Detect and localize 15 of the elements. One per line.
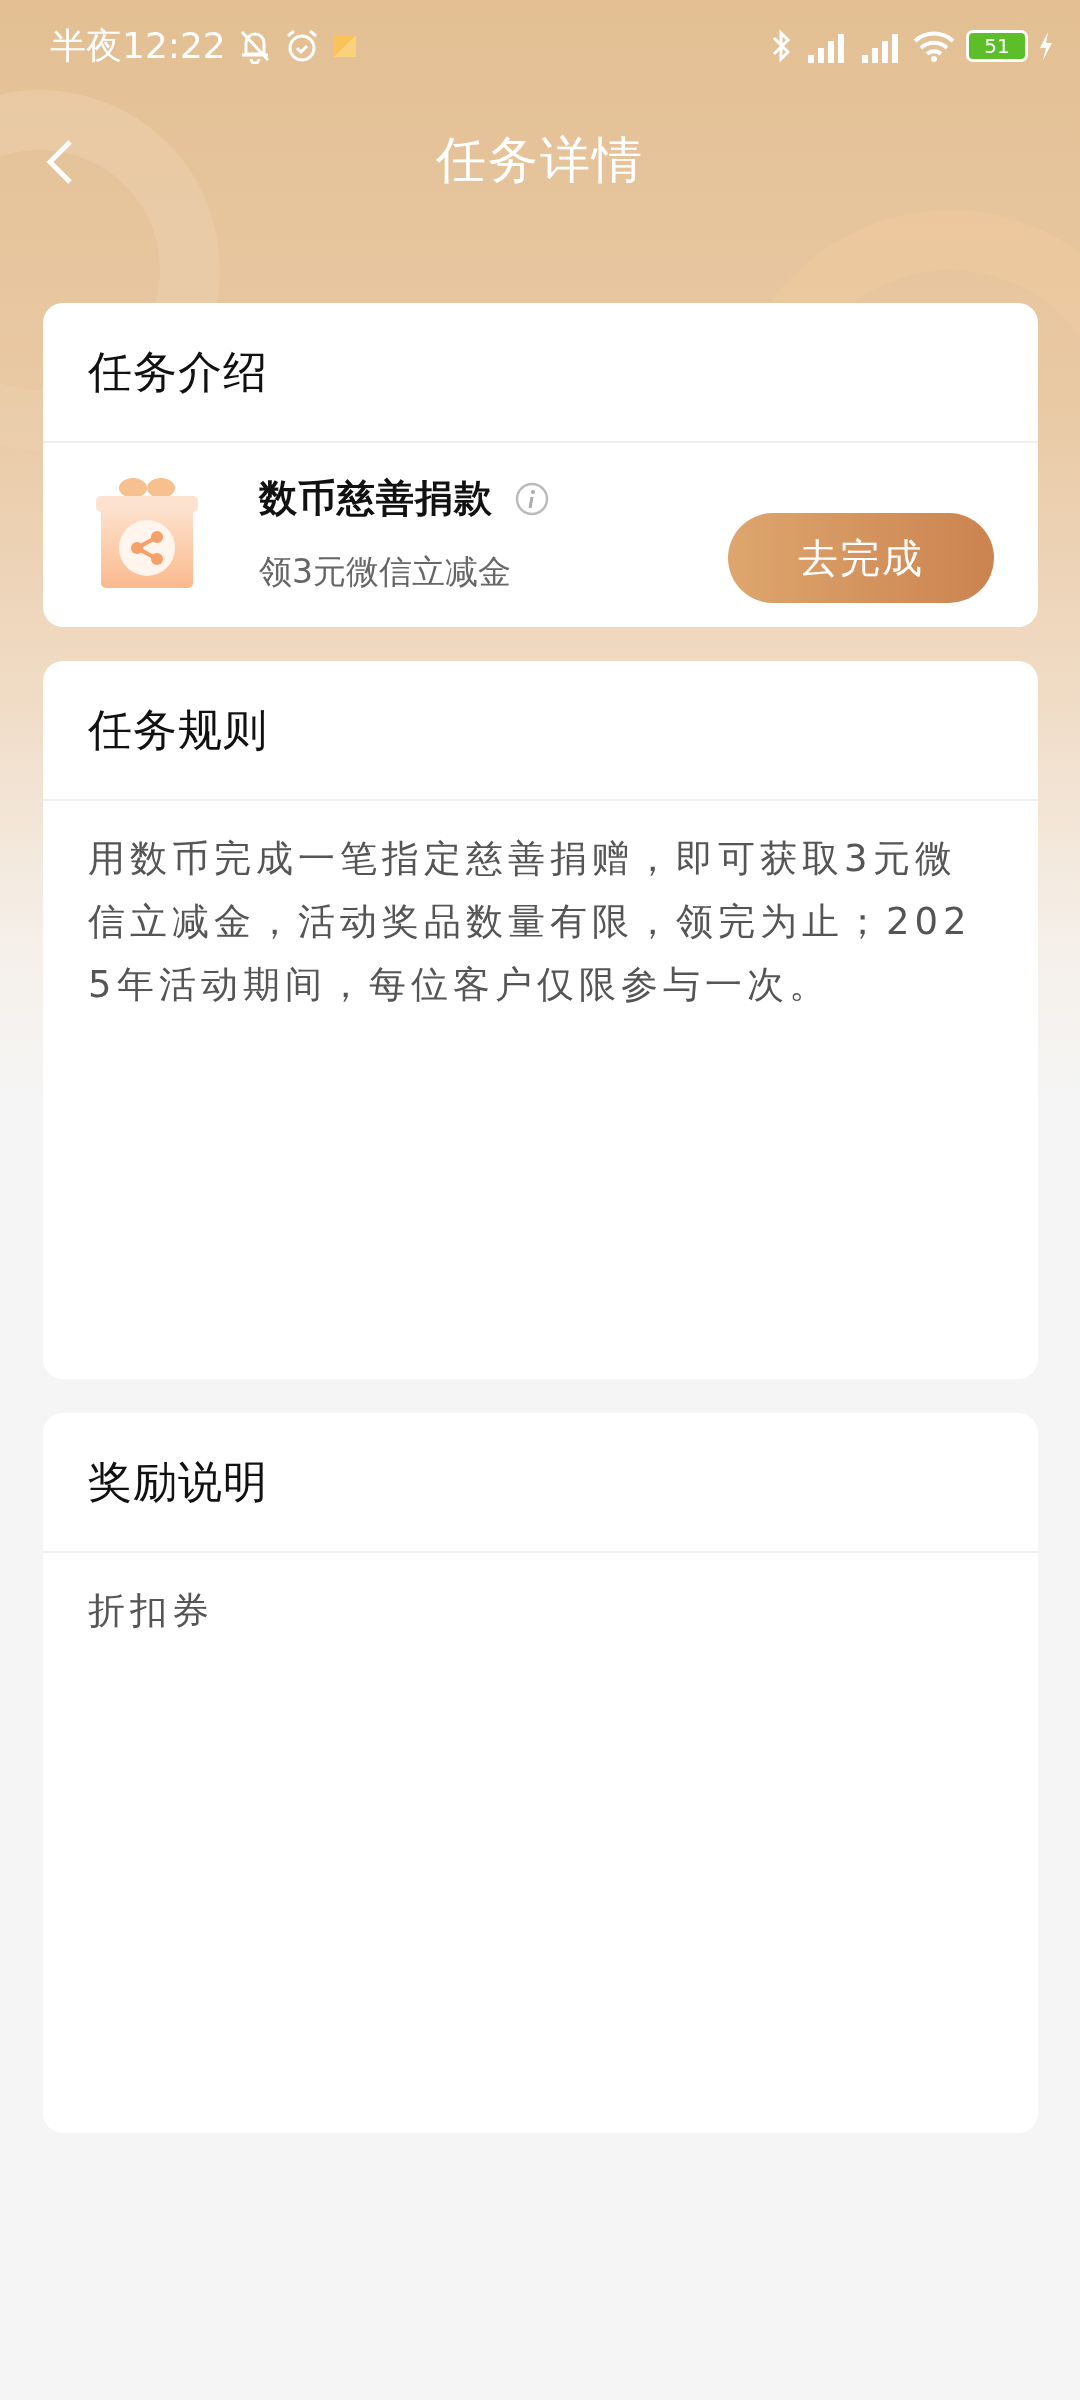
charging-icon — [1038, 31, 1054, 61]
status-time: 半夜12:22 — [50, 23, 226, 68]
section-heading: 任务介绍 — [43, 303, 1038, 443]
info-icon[interactable] — [515, 481, 549, 516]
rules-text: 用数币完成一笔指定慈善捐赠，即可获取3元微信立减金，活动奖品数量有限，领完为止；2025年活动期间，每位客户仅限参与一次。 — [87, 836, 973, 1008]
notification-icon — [331, 33, 358, 59]
complete-button[interactable]: 去完成 — [728, 513, 994, 603]
section-heading: 奖励说明 — [43, 1413, 1038, 1553]
reward-text: 折扣券 — [87, 1588, 215, 1634]
wifi-icon — [912, 29, 956, 63]
task-name: 数币慈善捐款 — [259, 475, 493, 522]
battery-indicator: 51 — [966, 30, 1028, 62]
page-title: 任务详情 — [436, 129, 644, 191]
task-reward: 领3元微信立减金 — [259, 551, 512, 593]
section-heading: 任务规则 — [43, 661, 1038, 801]
